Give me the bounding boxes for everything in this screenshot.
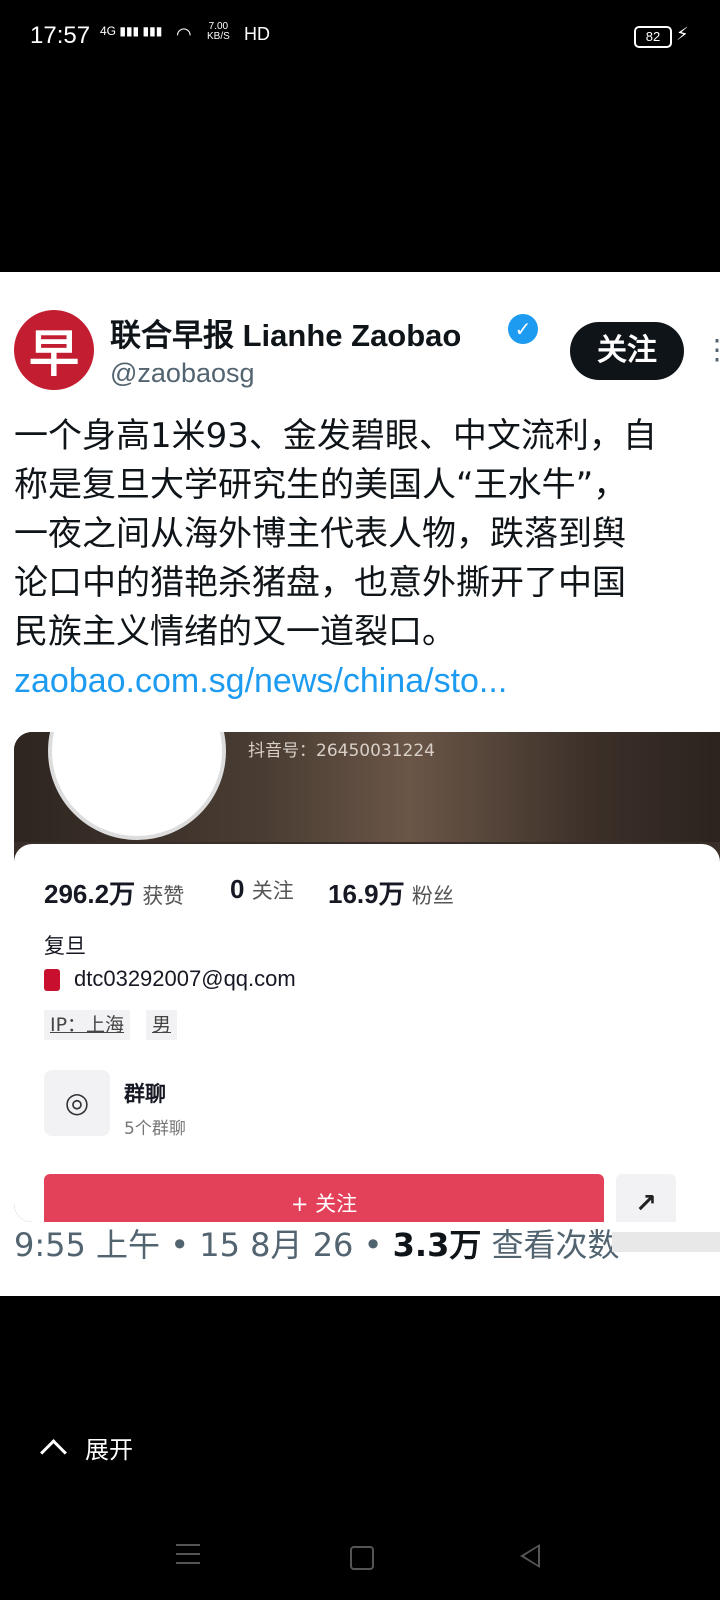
chevron-up-icon bbox=[40, 1439, 67, 1466]
verified-icon: ✓ bbox=[508, 314, 538, 344]
status-bar: 17:57 4G ▮▮▮ ▮▮▮ ◠ 7.00 KB/S HD 82 ⚡ bbox=[0, 0, 720, 72]
tweet-line: 一个身高1米93、金发碧眼、中文流利，自 bbox=[14, 416, 657, 456]
hd-indicator: HD bbox=[244, 24, 270, 44]
group-chat-title: 群聊 bbox=[124, 1082, 166, 1106]
author-avatar[interactable]: 早 bbox=[14, 310, 94, 390]
back-icon[interactable] bbox=[520, 1544, 540, 1568]
douyin-id: 抖音号：26450031224 bbox=[248, 741, 435, 761]
charging-icon: ⚡ bbox=[676, 24, 689, 45]
tweet-text: 一个身高1米93、金发碧眼、中文流利，自 称是复旦大学研究生的美国人“王水牛”，… bbox=[14, 412, 714, 706]
recents-icon[interactable] bbox=[176, 1544, 200, 1571]
tweet-link[interactable]: zaobao.com.sg/news/china/sto... bbox=[14, 657, 714, 706]
more-options-icon[interactable]: ⋮ bbox=[703, 336, 720, 364]
tweet-line: 一夜之间从海外博主代表人物，跌落到舆 bbox=[14, 514, 626, 554]
mailbox-icon bbox=[44, 969, 60, 992]
douyin-follow-button: + 关注 bbox=[44, 1174, 604, 1222]
gender-tag: 男 bbox=[146, 1010, 178, 1040]
group-chat-count: 5个群聊 bbox=[124, 1119, 186, 1139]
tweet-card: 早 联合早报 Lianhe Zaobao ✓ @zaobaosg 关注 ⋮ 一个… bbox=[0, 272, 720, 1296]
share-icon: ↗ bbox=[616, 1174, 676, 1222]
wifi-icon: ◠ bbox=[176, 24, 192, 45]
author-handle[interactable]: @zaobaosg bbox=[110, 358, 255, 389]
tweet-meta: 9:55 上午 • 15 8月 26 • 3.3万 查看次数 bbox=[14, 1226, 620, 1264]
author-name[interactable]: 联合早报 Lianhe Zaobao bbox=[110, 310, 461, 355]
tweet-line: 民族主义情绪的又一道裂口。 bbox=[14, 612, 456, 652]
meta-overlay bbox=[612, 1232, 720, 1252]
profile-panel: 296.2万 获赞 0 关注 16.9万 粉丝 复旦 dtc03292007@q… bbox=[14, 844, 720, 1222]
expand-button[interactable]: 展开 bbox=[40, 1430, 133, 1466]
profile-email: dtc03292007@qq.com bbox=[44, 966, 296, 992]
ip-tag: IP：上海 bbox=[44, 1010, 131, 1040]
network-rate: 7.00 KB/S bbox=[207, 21, 230, 42]
media-image[interactable]: 抖音号：26450031224 296.2万 获赞 0 关注 16.9万 粉丝 … bbox=[14, 732, 720, 1222]
system-nav-bar bbox=[0, 1540, 720, 1580]
stat-likes: 296.2万 获赞 bbox=[44, 879, 185, 909]
follow-button[interactable]: 关注 bbox=[570, 322, 684, 380]
tweet-line: 称是复旦大学研究生的美国人“王水牛”， bbox=[14, 465, 628, 505]
battery-icon: 82 bbox=[634, 26, 672, 48]
tweet-line: 论口中的猎艳杀猪盘，也意外撕开了中国 bbox=[14, 563, 626, 603]
clock: 17:57 bbox=[30, 22, 91, 49]
signal-icon: 4G ▮▮▮ ▮▮▮ bbox=[100, 24, 163, 38]
group-chat-icon: ◎ bbox=[44, 1070, 110, 1136]
home-icon[interactable] bbox=[350, 1546, 374, 1570]
stat-followers: 16.9万 粉丝 bbox=[328, 879, 454, 909]
stat-following: 0 关注 bbox=[230, 874, 294, 904]
profile-school: 复旦 bbox=[44, 934, 86, 958]
